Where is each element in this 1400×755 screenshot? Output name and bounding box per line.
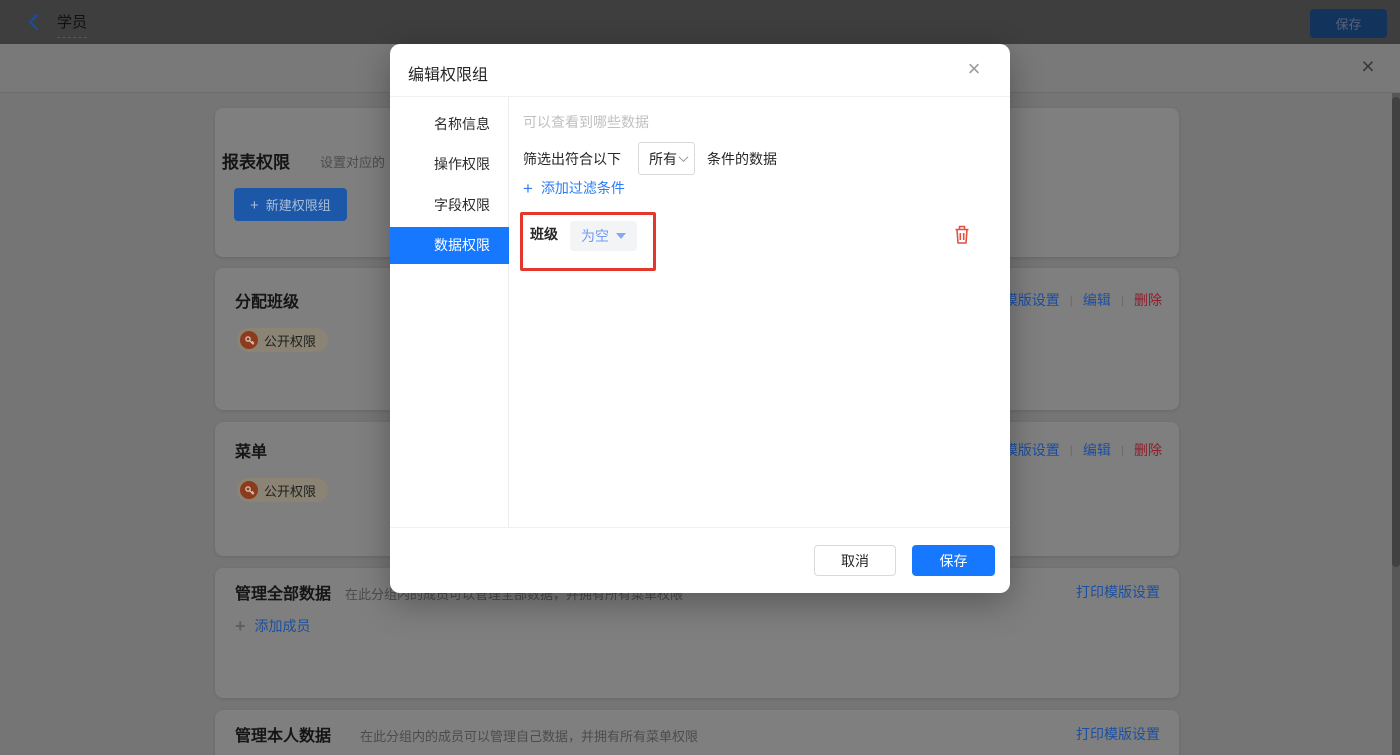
filter-mode-value: 所有 — [649, 150, 677, 167]
add-filter-condition-button[interactable]: + 添加过滤条件 — [523, 178, 625, 198]
own-data-card: 管理本人数据 在此分组内的成员可以管理自己数据，并拥有所有菜单权限 打印模版设置 — [215, 710, 1179, 755]
top-bar: 学员 保存 — [0, 0, 1400, 44]
link-divider: | — [1120, 443, 1124, 457]
public-permission-badge[interactable]: 公开权限 — [237, 328, 329, 352]
condition-field-label: 班级 — [530, 226, 558, 242]
menu-title: 菜单 — [235, 444, 268, 461]
edit-link[interactable]: 编辑 — [1083, 440, 1111, 460]
sidebar-item-data-permission[interactable]: 数据权限 — [390, 227, 509, 264]
report-permission-title: 报表权限 — [222, 153, 290, 172]
add-member-label: 添加成员 — [254, 618, 311, 634]
report-permission-desc: 设置对应的「 — [320, 155, 399, 170]
sidebar-item-field-permission[interactable]: 字段权限 — [390, 187, 509, 224]
plus-icon: + — [235, 616, 246, 636]
key-icon — [240, 481, 258, 499]
all-data-title: 管理全部数据 — [235, 586, 332, 603]
delete-link[interactable]: 删除 — [1134, 290, 1162, 310]
modal-title: 编辑权限组 — [408, 67, 489, 84]
condition-operator-value: 为空 — [581, 228, 609, 244]
plus-icon: + — [250, 197, 259, 214]
data-scope-hint: 可以查看到哪些数据 — [523, 114, 649, 130]
scrollbar-thumb[interactable] — [1392, 97, 1400, 567]
sidebar-item-operation-permission[interactable]: 操作权限 — [390, 146, 509, 183]
save-button[interactable]: 保存 — [912, 545, 995, 576]
scrollbar-track[interactable] — [1392, 93, 1400, 755]
chevron-down-icon — [678, 152, 689, 163]
assign-class-title: 分配班级 — [235, 294, 300, 311]
badge-label: 公开权限 — [264, 483, 317, 499]
plus-icon: + — [523, 178, 533, 198]
edit-permission-group-modal: 编辑权限组 × 名称信息 操作权限 字段权限 数据权限 可以查看到哪些数据 筛选… — [390, 44, 1010, 593]
modal-sidebar: 名称信息 操作权限 字段权限 数据权限 — [390, 97, 509, 527]
link-divider: | — [1120, 293, 1124, 307]
own-data-desc: 在此分组内的成员可以管理自己数据，并拥有所有菜单权限 — [360, 729, 699, 744]
own-data-title: 管理本人数据 — [235, 728, 332, 745]
delete-link[interactable]: 删除 — [1134, 440, 1162, 460]
screen: 学员 保存 × 报表权限 设置对应的「 + 新建权限组 分配班级 模版设置 | 编… — [0, 0, 1400, 755]
key-icon — [240, 331, 258, 349]
cancel-button[interactable]: 取消 — [814, 545, 896, 576]
add-filter-label: 添加过滤条件 — [540, 180, 625, 196]
print-template-link[interactable]: 打印模版设置 — [1076, 582, 1160, 602]
modal-close-icon[interactable]: × — [960, 55, 988, 83]
public-permission-badge[interactable]: 公开权限 — [237, 478, 329, 502]
page-title: 学员 — [57, 11, 88, 38]
add-member-button[interactable]: + 添加成员 — [235, 616, 311, 636]
modal-footer: 取消 保存 — [390, 527, 1010, 593]
delete-condition-trash-icon[interactable] — [952, 223, 974, 247]
filter-prefix-label: 筛选出符合以下 — [523, 150, 621, 167]
new-permission-group-button[interactable]: + 新建权限组 — [234, 188, 347, 221]
badge-label: 公开权限 — [264, 333, 317, 349]
template-settings-link[interactable]: 模版设置 — [1004, 290, 1060, 310]
filter-mode-select[interactable]: 所有 — [638, 142, 695, 175]
edit-link[interactable]: 编辑 — [1083, 290, 1111, 310]
page-close-icon[interactable]: × — [1354, 52, 1382, 80]
topbar-save-button[interactable]: 保存 — [1310, 9, 1387, 38]
modal-content: 可以查看到哪些数据 筛选出符合以下 所有 条件的数据 + 添加过滤条件 班级 为… — [509, 97, 1010, 527]
template-settings-link[interactable]: 模版设置 — [1004, 440, 1060, 460]
print-template-link[interactable]: 打印模版设置 — [1076, 724, 1160, 744]
back-chevron-icon[interactable] — [24, 12, 44, 32]
modal-header: 编辑权限组 × — [390, 44, 1010, 97]
caret-down-icon — [616, 233, 626, 239]
sidebar-item-name-info[interactable]: 名称信息 — [390, 106, 509, 143]
condition-operator-dropdown[interactable]: 为空 — [570, 221, 637, 251]
link-divider: | — [1069, 443, 1073, 457]
filter-suffix-label: 条件的数据 — [707, 150, 777, 167]
filter-line: 筛选出符合以下 所有 条件的数据 — [523, 142, 777, 175]
link-divider: | — [1069, 293, 1073, 307]
